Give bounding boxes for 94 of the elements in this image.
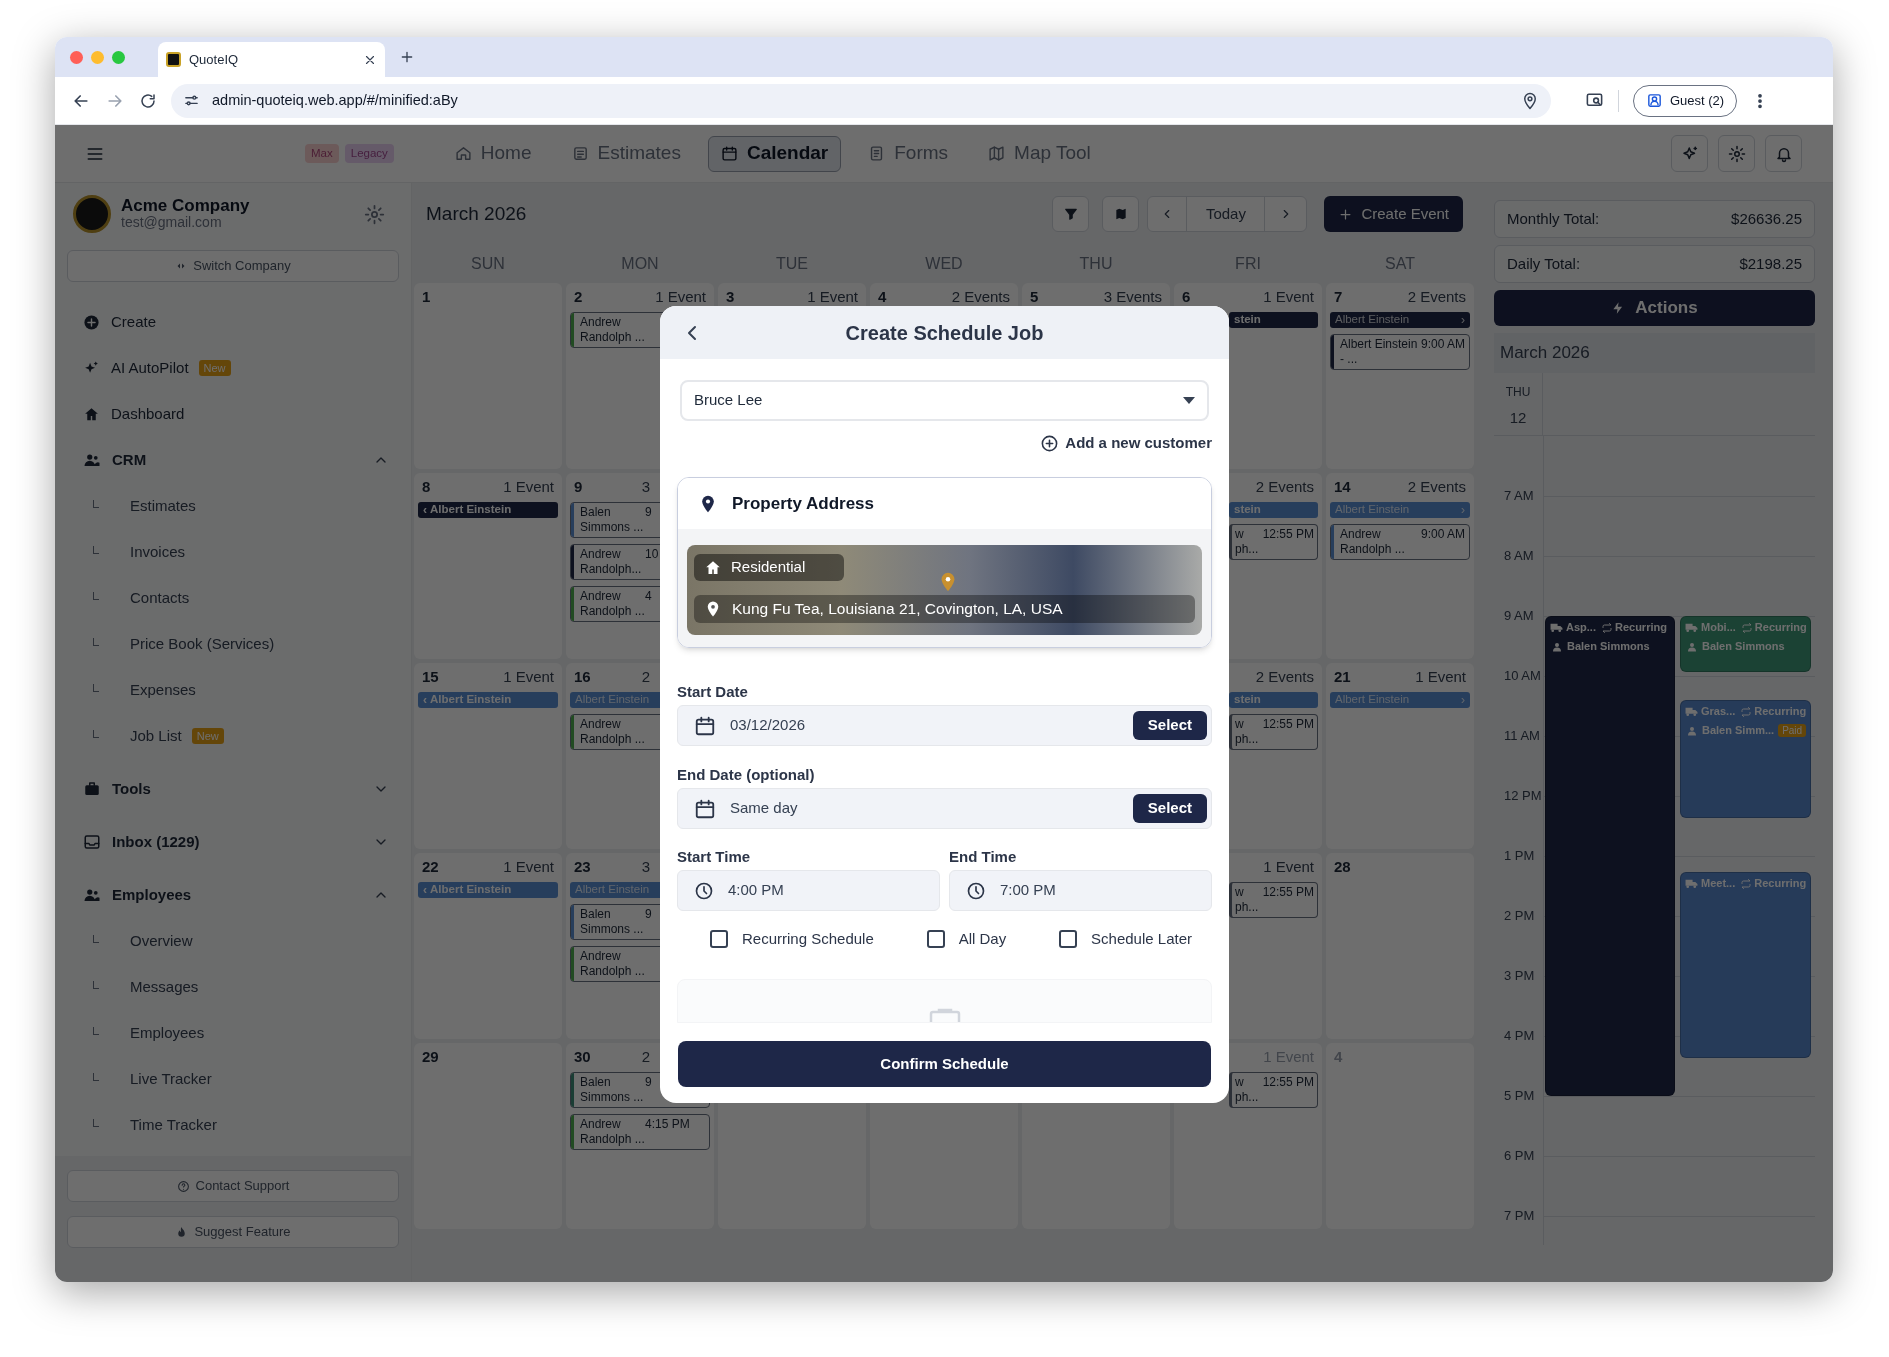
day-number: 7: [1334, 289, 1343, 304]
checkbox-label: All Day: [958, 928, 1007, 949]
event-title: Mobi...: [1701, 621, 1736, 634]
day-number: 23: [574, 859, 591, 874]
day-number: 3: [726, 289, 735, 304]
event-count: 1 Event: [1263, 289, 1314, 304]
event-count: 2 Events: [1255, 669, 1314, 684]
field-label: End Date (optional): [677, 765, 816, 782]
event-count: 1 Event: [503, 479, 554, 494]
company-name: Acme Company: [121, 197, 250, 214]
hour-label: 3 PM: [1504, 968, 1535, 984]
recurring-tag: Recurring: [1754, 705, 1807, 718]
assignee-name: Balen Simm...: [1702, 724, 1775, 737]
hour-label: 1 PM: [1504, 848, 1535, 864]
address-chip: Kung Fu Tea, Louisiana 21, Covington, LA, USA: [694, 595, 1195, 623]
month-title: March 2026: [426, 201, 527, 226]
dialog-title: Create Schedule Job: [845, 320, 1044, 346]
hour-label: 11 AM: [1504, 728, 1540, 744]
event-count: 2 Events: [1255, 479, 1314, 494]
month-label: March 2026: [1500, 342, 1590, 365]
event-count: 2: [641, 669, 650, 684]
total-value: $2198.25: [1739, 253, 1802, 274]
event-count: 1 Event: [503, 669, 554, 684]
weekday-label: SUN: [470, 254, 506, 274]
checkbox-label: Schedule Later: [1091, 928, 1192, 949]
event-count: 3 Events: [1103, 289, 1162, 304]
weekday-label: TUE: [775, 254, 809, 274]
event-count: 1 Event: [503, 859, 554, 874]
field-label: Start Time: [677, 847, 752, 864]
day-number: 21: [1334, 669, 1351, 684]
recurring-tag: Recurring: [1754, 621, 1807, 634]
field-label: Start Date: [677, 682, 749, 699]
event-title: Gras...: [1701, 705, 1736, 718]
day-number: 12: [1509, 408, 1527, 428]
event-count: 3: [641, 479, 650, 494]
url-text: admin-quoteiq.web.app/#/minified:aBy: [212, 90, 459, 110]
company-email: test@gmail.com: [121, 214, 223, 231]
new-badge: New: [198, 360, 231, 376]
hour-label: 2 PM: [1504, 908, 1535, 924]
hour-label: 9 AM: [1504, 608, 1534, 624]
hour-label: 12 PM: [1504, 788, 1542, 804]
hour-label: 6 PM: [1504, 1148, 1535, 1164]
weekday-label: SAT: [1384, 254, 1416, 274]
day-number: 29: [422, 1049, 439, 1064]
event-count: 1 Event: [1263, 859, 1314, 874]
weekday-label: FRI: [1234, 254, 1262, 274]
hour-label: 8 AM: [1504, 548, 1534, 564]
weekday-label: MON: [620, 254, 660, 274]
assignee-name: Balen Simmons: [1702, 640, 1785, 653]
new-badge: New: [191, 728, 224, 744]
day-number: 1: [422, 289, 431, 304]
weekday-label: WED: [924, 254, 964, 274]
field-label: End Time: [949, 847, 1018, 864]
event-count: 3: [641, 859, 650, 874]
day-number: 28: [1334, 859, 1351, 874]
day-number: 2: [574, 289, 583, 304]
total-label: Daily Total:: [1507, 253, 1581, 274]
paid-badge: Paid: [1778, 724, 1807, 737]
day-number: 6: [1182, 289, 1191, 304]
event-count: 2 Events: [1407, 289, 1466, 304]
day-number: 22: [422, 859, 439, 874]
hour-label: 5 PM: [1504, 1088, 1535, 1104]
day-number: 4: [878, 289, 887, 304]
day-number: 9: [574, 479, 583, 494]
hour-label: 7 AM: [1504, 488, 1534, 504]
day-number: 5: [1030, 289, 1039, 304]
property-type-chip: Residential: [694, 554, 844, 581]
hour-label: 4 PM: [1504, 1028, 1535, 1044]
day-number: 8: [422, 479, 431, 494]
event-count: 1 Event: [655, 289, 706, 304]
plan-badge: Max: [305, 144, 339, 163]
event-count: 2 Events: [1407, 479, 1466, 494]
event-count: 1 Event: [1415, 669, 1466, 684]
day-number: 15: [422, 669, 439, 684]
property-heading: Property Address: [732, 492, 875, 515]
recurring-tag: Recurring: [1754, 877, 1807, 890]
assignee-name: Balen Simmons: [1567, 640, 1650, 653]
weekday-label: THU: [1078, 254, 1114, 274]
event-count: 1 Event: [807, 289, 858, 304]
plan-badge: Legacy: [344, 144, 394, 163]
hour-label: 7 PM: [1504, 1208, 1535, 1224]
total-value: $26636.25: [1731, 208, 1802, 229]
event-count: 2: [641, 1049, 650, 1064]
weekday-label: THU: [1505, 384, 1531, 401]
day-number: 30: [574, 1049, 591, 1064]
hour-label: 10 AM: [1504, 668, 1541, 684]
event-title: Asp...: [1566, 621, 1596, 634]
day-number: 14: [1334, 479, 1351, 494]
day-number: 16: [574, 669, 591, 684]
checkbox-label: Recurring Schedule: [742, 928, 874, 949]
total-label: Monthly Total:: [1507, 208, 1600, 229]
recurring-tag: Recurring: [1614, 621, 1667, 634]
event-title: Meet...: [1701, 877, 1736, 890]
event-count: 2 Events: [951, 289, 1010, 304]
